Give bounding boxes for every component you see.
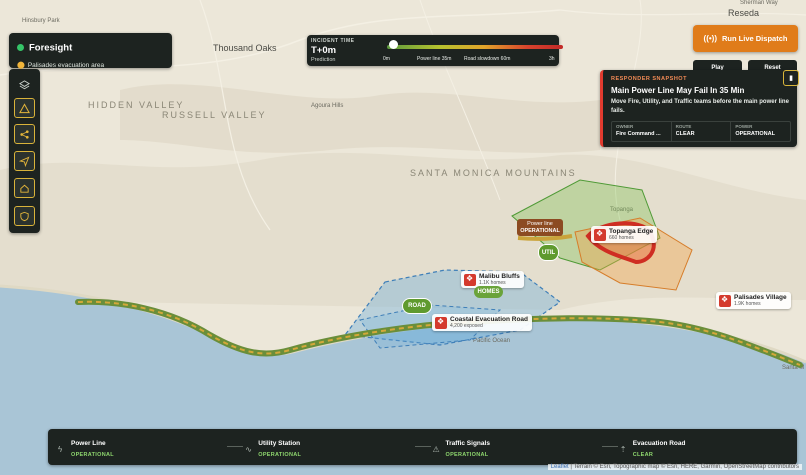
cell-value: CLEAR: [675, 131, 695, 137]
responder-snapshot-panel: RESPONDER SNAPSHOT Main Power Line May F…: [600, 70, 797, 147]
home-icon: [20, 184, 29, 193]
status-dot-icon: [17, 44, 24, 52]
map-label-hidden-valley: HIDDEN VALLEY: [88, 100, 184, 110]
status-name: Utility Station: [258, 440, 301, 447]
power-line-tag-name: Power line: [527, 221, 553, 227]
homes-asset-marker[interactable]: HOMES: [474, 286, 503, 298]
pulse-icon: ∿: [245, 445, 252, 454]
network-icon: [20, 129, 29, 139]
tick-power-line: Power line 35m: [417, 56, 452, 62]
map-label-sherman: Sherman Way: [740, 0, 778, 6]
status-value: OPERATIONAL: [258, 452, 302, 458]
map-label-reseda: Reseda: [728, 8, 759, 18]
alert-cluster-icon: [719, 295, 731, 307]
layers-icon: [19, 79, 30, 89]
status-name: Traffic Signals: [445, 440, 490, 447]
network-button[interactable]: [14, 124, 35, 144]
status-value: CLEAR: [632, 452, 654, 458]
map-attribution: Leaflet | Terrain © Esri, Topographic ma…: [547, 464, 802, 470]
status-utility-station[interactable]: ∿ Utility Station OPERATIONAL: [235, 429, 431, 465]
cell-key: POWER: [735, 124, 753, 129]
callout-sub: 1.9K homes: [734, 301, 761, 307]
home-button[interactable]: [14, 178, 35, 198]
warning-button[interactable]: [14, 98, 35, 118]
status-traffic-signals[interactable]: ⚠ Traffic Signals OPERATIONAL: [423, 429, 618, 465]
callout-coastal[interactable]: Coastal Evacuation Road 4,200 exposed: [432, 314, 533, 331]
cell-value: Fire Command ...: [616, 131, 661, 137]
timeline-slider[interactable]: [387, 45, 563, 49]
map-label-agoura: Agoura Hills: [311, 103, 343, 109]
map-pin-icon: ⬤: [17, 62, 25, 69]
snapshot-title: Main Power Line May Fail In 35 Min: [611, 86, 745, 95]
brand-title: Foresight: [29, 42, 73, 54]
cell-key: ROUTE: [675, 124, 692, 129]
navigate-button[interactable]: [14, 151, 35, 171]
timeline-slider-thumb[interactable]: [389, 40, 398, 49]
callout-sub: 4,200 exposed: [450, 323, 483, 329]
status-power-line[interactable]: ϟ Power Line OPERATIONAL: [48, 429, 244, 465]
callout-name: Palisades Village: [734, 294, 787, 301]
callout-name: Malibu Bluffs: [479, 273, 520, 280]
attribution-text: | Terrain © Esri, Topographic map © Esri…: [570, 464, 799, 470]
map-label-hinsbury: Hinsbury Park: [22, 18, 61, 24]
callout-topanga[interactable]: Topanga Edge 660 homes: [591, 226, 658, 243]
incident-value: T+0m: [311, 45, 337, 56]
callout-palisades[interactable]: Palisades Village 1.9K homes: [716, 292, 791, 309]
layers-button[interactable]: [14, 75, 35, 95]
snapshot-cell-owner: OWNER Fire Command ...: [612, 122, 672, 141]
cell-value: OPERATIONAL: [735, 131, 775, 137]
status-evacuation-road[interactable]: ⇡ Evacuation Road CLEAR: [610, 429, 797, 465]
status-value: OPERATIONAL: [71, 452, 114, 458]
power-line-tag[interactable]: Power line OPERATIONAL: [517, 219, 563, 236]
left-toolbar: [9, 69, 40, 233]
status-value: OPERATIONAL: [445, 452, 489, 458]
tick-road-slowdown: Road slowdown 60m: [464, 56, 511, 62]
map-label-pacific: Pacific Ocean: [473, 338, 510, 344]
snapshot-description: Move Fire, Utility, and Traffic teams be…: [611, 99, 789, 114]
incident-sublabel: Prediction: [311, 57, 336, 63]
alert-cluster-icon: [464, 274, 476, 286]
power-line-tag-status: OPERATIONAL: [520, 228, 560, 234]
snapshot-cell-route: ROUTE CLEAR: [672, 122, 732, 141]
leaflet-link[interactable]: Leaflet: [551, 464, 569, 470]
callout-name: Coastal Evacuation Road: [450, 316, 529, 323]
callout-sub: 660 homes: [609, 235, 634, 241]
dispatch-label: Run Live Dispatch: [722, 34, 788, 43]
incident-time-panel: INCIDENT TIME T+0m Prediction 0m Power l…: [307, 35, 563, 66]
infrastructure-status-bar: ϟ Power Line OPERATIONAL ∿ Utility Stati…: [48, 429, 797, 465]
incident-label: INCIDENT TIME: [311, 38, 355, 44]
broadcast-icon: ((•)): [703, 34, 718, 43]
alert-cluster-icon: [435, 317, 447, 329]
collapse-panel-button[interactable]: ▮: [783, 70, 799, 86]
road-asset-marker[interactable]: ROAD: [402, 298, 432, 314]
run-live-dispatch-button[interactable]: ((•)) Run Live Dispatch: [693, 25, 798, 52]
warning-icon: [19, 102, 30, 113]
road-icon: ⇡: [619, 445, 627, 454]
brand-panel: Foresight ⬤ Palisades evacuation area: [9, 33, 172, 69]
brand-subtitle: Palisades evacuation area: [27, 62, 105, 69]
tick-0: 0m: [383, 56, 390, 62]
status-name: Evacuation Road: [632, 440, 686, 447]
snapshot-label: RESPONDER SNAPSHOT: [611, 76, 687, 82]
callout-name: Topanga Edge: [609, 228, 654, 235]
traffic-icon: ⚠: [432, 445, 440, 454]
alert-cluster-icon: [594, 229, 606, 241]
brand-subtitle-row: ⬤ Palisades evacuation area: [17, 61, 164, 69]
shield-button[interactable]: [14, 206, 35, 226]
util-asset-marker[interactable]: UTIL: [538, 244, 559, 261]
snapshot-cells: OWNER Fire Command ... ROUTE CLEAR POWER OP…: [611, 121, 791, 142]
map-label-thousand-oaks: Thousand Oaks: [213, 43, 277, 53]
tick-end: 3h: [549, 56, 555, 62]
navigate-icon: [19, 156, 30, 167]
snapshot-cell-power: POWER OPERATIONAL: [731, 122, 790, 141]
cell-key: OWNER: [616, 124, 634, 129]
map-label-russell-valley: RUSSELL VALLEY: [162, 110, 267, 120]
sidebar-toggle-icon: ▮: [789, 75, 793, 82]
map-label-region: SANTA MONICA MOUNTAINS: [410, 168, 577, 178]
lightning-icon: ϟ: [58, 445, 63, 454]
status-name: Power Line: [71, 440, 106, 447]
shield-icon: [20, 211, 29, 221]
